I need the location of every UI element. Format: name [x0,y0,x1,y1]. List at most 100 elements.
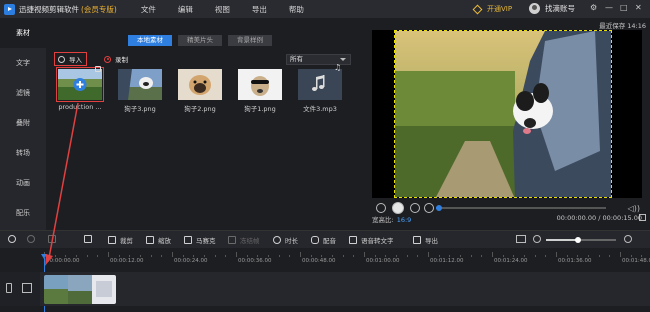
avatar [529,3,540,14]
ruler-tick [108,252,109,257]
fit-timeline-icon[interactable] [516,235,526,243]
preview-frame [394,30,612,198]
duration-button[interactable]: 时长 [273,235,298,245]
media-item-name: 狗子2.png [184,105,216,113]
import-button[interactable]: 导入 [54,52,87,66]
ruler-minor-tick [502,255,504,257]
crop-button[interactable]: 裁剪 [108,235,133,245]
timeline-zoom-slider[interactable] [546,237,616,243]
media-item-image[interactable] [178,69,222,100]
nav-transition[interactable]: 转场 [0,138,46,168]
zoom-knob[interactable] [574,237,581,243]
media-item-image[interactable] [238,69,282,100]
menu-edit[interactable]: 编辑 [178,4,193,15]
nav-material[interactable]: 素材 [0,18,46,48]
stop-icon[interactable] [410,203,420,213]
ruler-minor-tick [641,255,643,257]
aspect-ratio[interactable]: 宽高比: 16:9 [372,214,411,224]
edit-button[interactable] [48,235,60,243]
ruler-minor-tick [353,255,355,257]
media-item-name: production ... [58,103,102,111]
zoom-out-icon[interactable] [533,235,541,243]
menu-bar: 文件 编辑 视图 导出 帮助 [141,4,326,15]
play-icon[interactable] [392,202,404,214]
ruler-minor-tick [140,255,141,257]
ruler-minor-tick [225,255,227,257]
settings-icon[interactable]: ⚙ [590,3,597,12]
tab-intro-clips[interactable]: 精美片头 [178,35,222,46]
media-library: 本地素材 精美片头 背景样例 导入 录制 所有 production ... 狗… [46,18,362,230]
media-item-video[interactable] [56,67,104,102]
media-item-audio[interactable] [298,69,342,100]
nav-text[interactable]: 文字 [0,48,46,78]
ruler-tick [492,252,493,257]
open-vip-button[interactable]: 开通VIP [472,4,513,14]
undo-button[interactable] [8,235,20,243]
nav-animation[interactable]: 动画 [0,168,46,198]
speech-to-text-button[interactable]: 语音转文字 [349,235,394,245]
diamond-icon [472,4,483,14]
menu-file[interactable]: 文件 [141,4,156,15]
ruler-tick-label: 00:01:48.00 [622,258,650,264]
media-item-image[interactable] [118,69,162,100]
menu-export[interactable]: 导出 [252,4,267,15]
speech-to-text-label: 语音转文字 [361,237,394,245]
ruler-minor-tick [182,255,184,257]
ruler-minor-tick [332,255,333,257]
volume-icon[interactable]: ◁)) [628,204,640,213]
record-label: 录制 [115,56,128,64]
maximize-icon[interactable]: □ [620,3,628,12]
timeline-clip[interactable] [44,275,116,304]
next-frame-icon[interactable] [424,203,434,213]
duration-label: 时长 [285,237,298,245]
zoom-button[interactable]: 缩放 [146,235,171,245]
fullscreen-icon[interactable] [639,214,646,221]
progress-knob[interactable] [436,205,443,211]
ruler-minor-tick [588,255,589,257]
nav-filter[interactable]: 滤镜 [0,78,46,108]
redo-button[interactable] [27,235,39,243]
close-icon[interactable]: ✕ [635,3,642,12]
delete-button[interactable] [84,235,96,243]
track-lock-icon[interactable] [6,283,12,293]
playback-controls: ◁)) [372,202,642,214]
ruler-minor-tick [86,255,88,257]
menu-view[interactable]: 视图 [215,4,230,15]
vip-label: 开通VIP [487,5,513,13]
minimize-icon[interactable]: — [605,3,613,12]
freeze-frame-button[interactable]: 冻结帧 [228,235,260,245]
ruler-tick-label: 00:00:12.00 [110,258,144,264]
dub-button[interactable]: 配音 [311,235,336,245]
ruler-tick [236,252,237,257]
nav-overlay[interactable]: 叠附 [0,108,46,138]
crop-label: 裁剪 [120,237,133,245]
ruler-minor-tick [385,255,387,257]
tab-background-samples[interactable]: 背景样例 [228,35,272,46]
user-account[interactable]: 找滴账号 [529,3,575,14]
delete-icon [84,235,92,243]
timeline-ruler[interactable]: 00:00:00.00 00:00:12.00 00:00:24.00 00:00:3… [0,248,650,270]
ruler-minor-tick [193,255,195,257]
record-button[interactable]: 录制 [104,54,128,64]
preview-image [395,31,611,197]
export-button[interactable]: 导出 [413,235,438,245]
app-logo-icon [4,3,15,15]
nav-music[interactable]: 配乐 [0,198,46,228]
prev-frame-icon[interactable] [376,203,386,213]
mosaic-button[interactable]: 马赛克 [184,235,216,245]
menu-help[interactable]: 帮助 [289,4,304,15]
side-nav: 素材 文字 滤镜 叠附 转场 动画 配乐 [0,18,46,230]
playback-progress[interactable] [436,205,606,211]
zoom-icon [146,236,154,244]
ruler-minor-tick [609,255,611,257]
ruler-minor-tick [204,255,205,257]
ruler-minor-tick [449,255,451,257]
tab-local-material[interactable]: 本地素材 [128,35,172,46]
zoom-in-icon[interactable] [624,235,632,243]
media-filter-select[interactable]: 所有 [286,54,351,65]
ruler-minor-tick [257,255,259,257]
chevron-down-icon [340,58,346,61]
image-thumbnail [238,69,282,100]
ruler-minor-tick [214,255,216,257]
ruler-minor-tick [577,255,579,257]
